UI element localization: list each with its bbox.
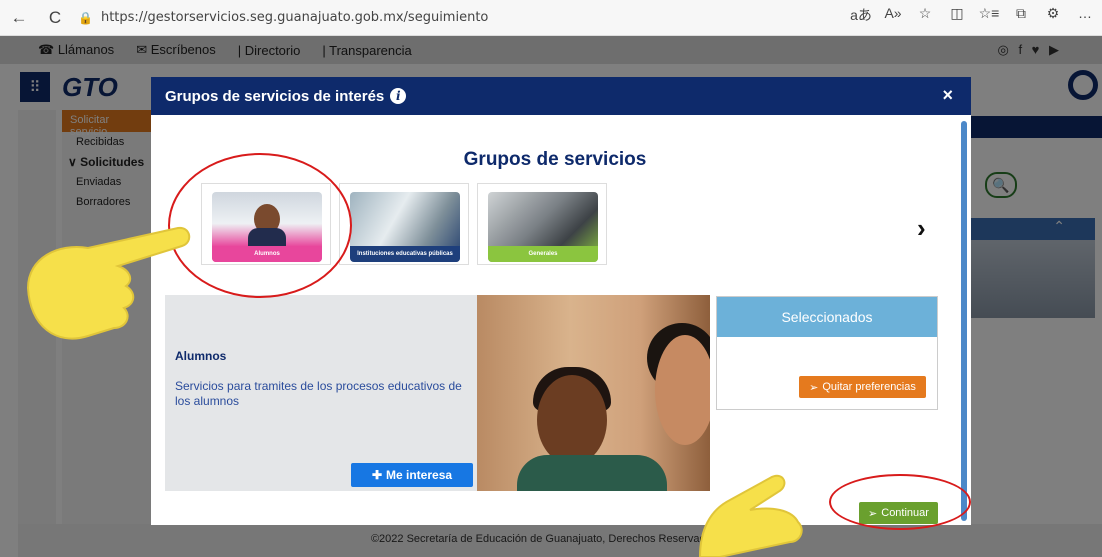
section-title: Grupos de servicios xyxy=(463,149,647,170)
group-detail-panel: Alumnos Servicios para tramites de los p… xyxy=(165,295,710,491)
more-menu-icon[interactable]: … xyxy=(1074,5,1096,25)
students-photo xyxy=(477,295,710,491)
url-text[interactable]: https://gestorservicios.seg.guanajuato.g… xyxy=(101,10,488,25)
browser-toolbar: ← C 🔒 https://gestorservicios.seg.guanaj… xyxy=(0,0,1102,36)
group-label: Generales xyxy=(488,246,598,262)
plus-icon: ✚ xyxy=(371,468,383,482)
services-modal: Grupos de servicios de interés i × Grupo… xyxy=(151,77,971,525)
group-card-alumnos[interactable]: Alumnos xyxy=(201,183,331,265)
send-icon: ➢ xyxy=(809,381,819,394)
close-icon[interactable]: × xyxy=(942,85,953,106)
selected-header: Seleccionados xyxy=(717,297,937,337)
group-label: Alumnos xyxy=(212,246,322,262)
favorite-star-icon[interactable]: ☆ xyxy=(914,5,936,25)
favorites-icon[interactable]: ☆≡ xyxy=(978,5,1000,25)
detail-title: Alumnos xyxy=(175,349,227,363)
next-arrow-icon[interactable]: › xyxy=(917,213,926,244)
modal-title: Grupos de servicios de interés xyxy=(165,87,385,105)
screen: ← C 🔒 https://gestorservicios.seg.guanaj… xyxy=(0,0,1102,557)
collections-icon[interactable]: ⧉ xyxy=(1010,5,1032,25)
browser-actions: aあ A» ☆ ◫ ☆≡ ⧉ ⚙ … xyxy=(850,5,1096,25)
send-icon: ➢ xyxy=(868,507,878,520)
lock-icon[interactable]: 🔒 xyxy=(78,11,93,25)
modal-header: Grupos de servicios de interés i × xyxy=(151,77,971,115)
detail-description: Servicios para tramites de los procesos … xyxy=(175,379,462,408)
reload-icon[interactable]: C xyxy=(42,5,68,31)
group-label: Instituciones educativas públicas xyxy=(350,246,460,262)
me-interesa-button[interactable]: ✚ Me interesa xyxy=(351,463,473,487)
group-card-instituciones[interactable]: Instituciones educativas públicas xyxy=(339,183,469,265)
back-icon[interactable]: ← xyxy=(6,5,32,31)
translate-icon[interactable]: A» xyxy=(882,5,904,25)
read-aloud-icon[interactable]: aあ xyxy=(850,5,872,25)
address-bar[interactable]: 🔒 https://gestorservicios.seg.guanajuato… xyxy=(78,10,488,25)
group-card-generales[interactable]: Generales xyxy=(477,183,607,265)
selected-panel: Seleccionados ➢ Quitar preferencias xyxy=(716,296,938,410)
extensions-icon[interactable]: ⚙ xyxy=(1042,5,1064,25)
info-icon[interactable]: i xyxy=(390,88,407,104)
remove-preferences-button[interactable]: ➢ Quitar preferencias xyxy=(799,376,926,398)
modal-scrollbar[interactable] xyxy=(961,121,967,521)
continue-button[interactable]: ➢ Continuar xyxy=(859,502,938,524)
split-screen-icon[interactable]: ◫ xyxy=(946,5,968,25)
